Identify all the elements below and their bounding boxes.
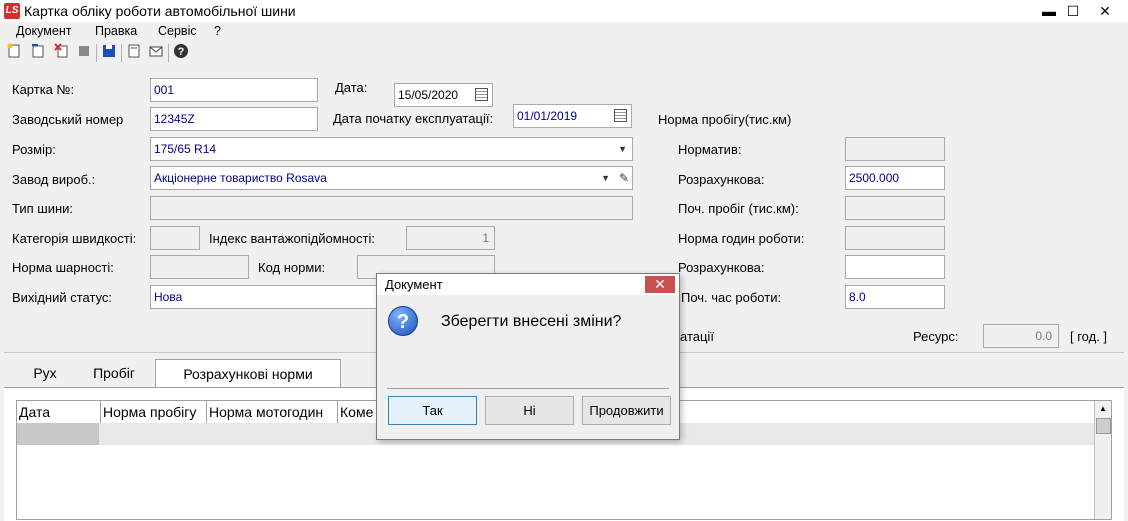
minimize-button[interactable]: ▬ [1036,2,1062,20]
scrollbar-thumb[interactable] [1096,418,1111,434]
mileage-norm-header: Норма пробігу(тис.км) [658,112,792,127]
chevron-down-icon[interactable]: ▼ [618,138,627,160]
stamp-icon[interactable] [74,43,94,63]
speed-cat-field[interactable] [150,226,200,250]
menu-help[interactable]: ? [214,24,221,38]
selected-cell[interactable] [17,423,99,445]
scroll-up-icon[interactable]: ▲ [1095,401,1111,417]
dialog-message: Зберегти внесені зміни? [441,313,622,330]
start-time-label: Поч. час роботи: [681,290,782,305]
size-value: 175/65 R14 [154,142,217,156]
maximize-button[interactable]: ☐ [1060,2,1086,20]
pencil-icon[interactable]: ✎ [619,167,629,189]
menu-service[interactable]: Сервіс [158,24,197,38]
card-no-label: Картка №: [12,82,75,97]
card-no-field[interactable]: 001 [150,78,318,102]
date-value: 15/05/2020 [398,88,459,102]
calc-hours-field[interactable] [845,255,945,279]
tire-type-label: Тип шини: [12,201,74,216]
tread-norm-field[interactable] [150,255,249,279]
chevron-down-icon[interactable]: ▼ [601,167,610,189]
title-bar: LS Картка обліку роботи автомобільної ши… [0,0,1128,22]
date-label: Дата: [335,80,368,95]
document-icon[interactable] [124,43,144,63]
save-icon[interactable] [99,43,119,63]
calendar-icon[interactable] [614,109,627,122]
speed-cat-label: Категорія швидкості: [12,231,137,246]
load-index-field[interactable]: 1 [406,226,495,250]
size-label: Розмір: [12,142,56,157]
yes-button[interactable]: Так [388,396,477,425]
hours-norm-label: Норма годин роботи: [678,231,805,246]
tire-type-field[interactable] [150,196,633,220]
serial-label: Заводський номер [12,112,124,127]
no-button[interactable]: Ні [485,396,574,425]
vertical-scrollbar[interactable]: ▲ [1094,401,1111,519]
dialog-separator [387,388,669,389]
confirm-dialog: Документ ✕ ? Зберегти внесені зміни? Так… [376,273,680,440]
size-select[interactable]: 175/65 R14 ▼ [150,137,633,161]
calc-mileage-label: Розрахункова: [678,172,765,187]
tab-movement[interactable]: Рух [22,359,68,387]
manufacturer-select[interactable]: Акціонерне товариство Rosava ▼ ✎ [150,166,633,190]
tab-calculated-norms[interactable]: Розрахункові норми [155,359,341,388]
column-header-motohours-norm[interactable]: Норма мотогодин [207,401,338,423]
dialog-title-bar: Документ ✕ [377,274,679,295]
continue-button[interactable]: Продовжити [582,396,671,425]
column-header-mileage-norm[interactable]: Норма пробігу [101,401,207,423]
start-date-label: Дата початку експлуатації: [333,111,494,126]
load-index-label: Індекс вантажопідйомності: [209,231,375,246]
manufacturer-value: Акціонерне товариство Rosava [154,171,327,185]
resource-label: Ресурс: [913,329,959,344]
exploitation-partial-label: атації [680,329,714,344]
serial-field[interactable]: 12345Z [150,107,318,131]
start-time-field[interactable]: 8.0 [845,285,945,309]
mail-icon[interactable] [146,43,166,63]
new-icon[interactable] [4,43,24,63]
dialog-title: Документ [385,277,443,292]
normative-label: Норматив: [678,142,742,157]
delete-icon[interactable] [52,43,72,63]
start-date-value: 01/01/2019 [517,109,578,123]
normative-field[interactable] [845,137,945,161]
hours-norm-field[interactable] [845,226,945,250]
copy-icon[interactable] [28,43,48,63]
close-window-button[interactable]: ✕ [1092,2,1118,20]
toolbar: ? [0,41,1128,65]
menu-document[interactable]: Документ [16,24,71,38]
status-field[interactable]: Нова [150,285,380,309]
status-label: Вихідний статус: [12,290,113,305]
calc-hours-label: Розрахункова: [678,260,765,275]
manufacturer-label: Завод вироб.: [12,172,96,187]
menu-edit[interactable]: Правка [95,24,137,38]
tab-mileage[interactable]: Пробіг [82,359,146,387]
help-icon[interactable]: ? [171,43,191,63]
date-field[interactable]: 15/05/2020 [394,83,493,107]
norm-code-label: Код норми: [258,260,326,275]
menu-bar: Документ Правка Сервіс ? [0,22,1128,40]
start-mileage-label: Поч. пробіг (тис.км): [678,201,799,216]
calc-mileage-field[interactable]: 2500.000 [845,166,945,190]
calendar-icon[interactable] [475,88,488,101]
start-date-field[interactable]: 01/01/2019 [513,104,632,128]
resource-field[interactable]: 0.0 [983,324,1059,348]
window-title: Картка обліку роботи автомобільної шини [24,3,296,19]
question-icon: ? [388,306,418,336]
svg-text:?: ? [178,46,185,58]
tread-norm-label: Норма шарності: [12,260,114,275]
column-header-date[interactable]: Дата [17,401,101,423]
start-mileage-field[interactable] [845,196,945,220]
app-logo: LS [4,3,20,19]
dialog-close-button[interactable]: ✕ [645,276,675,293]
resource-unit: [ год. ] [1070,329,1108,344]
